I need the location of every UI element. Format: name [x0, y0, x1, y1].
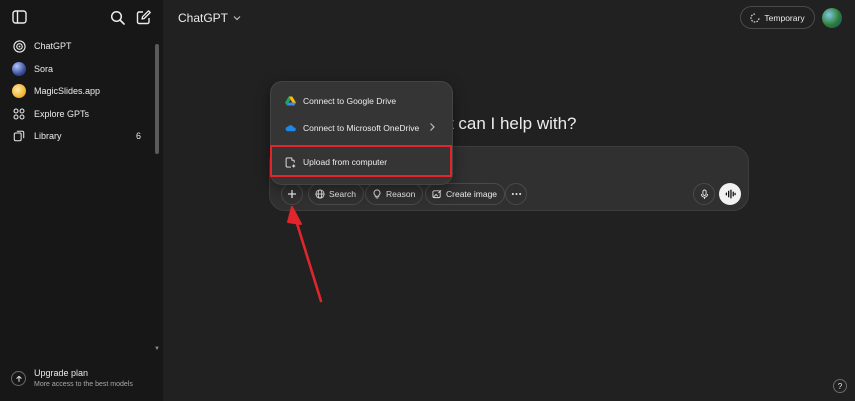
annotation-highlight-box [270, 145, 452, 177]
reason-label: Reason [386, 189, 416, 199]
chevron-right-icon [430, 123, 435, 131]
attach-button[interactable] [281, 183, 303, 205]
plus-icon [288, 190, 296, 198]
sidebar-item-chatgpt[interactable]: ChatGPT [6, 36, 151, 56]
sidebar-item-label: MagicSlides.app [34, 86, 101, 96]
sidebar-item-explore-gpts[interactable]: Explore GPTs [6, 104, 151, 124]
sidebar-item-sora[interactable]: Sora [6, 59, 151, 79]
menu-item-google-drive[interactable]: Connect to Google Drive [277, 90, 448, 112]
dictate-button[interactable] [693, 183, 715, 205]
create-image-tool-button[interactable]: Create image [425, 183, 506, 205]
voice-mode-button[interactable] [719, 183, 741, 205]
new-chat-icon[interactable] [136, 10, 151, 25]
chevron-down-icon [233, 16, 241, 21]
menu-item-label: Connect to Microsoft OneDrive [303, 123, 420, 133]
upgrade-subtitle: More access to the best models [34, 381, 133, 388]
help-button[interactable]: ? [833, 379, 847, 393]
onedrive-cloud-icon [285, 123, 296, 134]
temporary-chat-button[interactable]: Temporary [740, 6, 815, 29]
lightbulb-icon [371, 189, 382, 200]
grid-icon [12, 107, 26, 121]
sidebar-item-label: ChatGPT [34, 41, 72, 51]
sidebar-header [0, 0, 163, 34]
sora-icon [12, 62, 26, 76]
magicslides-icon [12, 84, 26, 98]
sidebar-item-label: Library [34, 131, 62, 141]
chatgpt-logo-icon [12, 39, 26, 53]
globe-icon [314, 189, 325, 200]
menu-item-onedrive[interactable]: Connect to Microsoft OneDrive [277, 117, 448, 139]
create-image-label: Create image [446, 189, 498, 199]
sidebar-scrollbar[interactable] [155, 44, 159, 154]
image-brush-icon [431, 189, 442, 200]
menu-item-label: Connect to Google Drive [303, 96, 397, 106]
google-drive-icon [285, 96, 296, 107]
model-selector[interactable]: ChatGPT [178, 11, 241, 25]
library-icon [12, 129, 26, 143]
upgrade-plan-button[interactable]: Upgrade plan More access to the best mod… [8, 364, 158, 394]
sidebar-item-magicslides[interactable]: MagicSlides.app [6, 81, 151, 101]
temporary-label: Temporary [764, 12, 805, 23]
model-name: ChatGPT [178, 11, 229, 25]
more-horizontal-icon [511, 192, 521, 196]
upgrade-icon [11, 371, 26, 386]
more-tools-button[interactable] [505, 183, 527, 205]
sidebar-toggle-icon[interactable] [12, 10, 27, 24]
avatar[interactable] [822, 8, 842, 28]
reason-tool-button[interactable]: Reason [365, 183, 424, 205]
microphone-icon [700, 189, 708, 199]
sidebar-item-library[interactable]: Library 6 [6, 126, 151, 146]
voice-waveform-icon [725, 189, 736, 199]
sidebar-item-label: Sora [34, 64, 54, 74]
temporary-chat-icon [750, 12, 760, 23]
search-label: Search [329, 189, 356, 199]
search-tool-button[interactable]: Search [308, 183, 364, 205]
library-count-badge: 6 [135, 131, 141, 141]
scroll-down-icon[interactable]: ▼ [154, 346, 160, 352]
sidebar-item-label: Explore GPTs [34, 109, 90, 119]
upgrade-title: Upgrade plan [34, 368, 89, 378]
search-icon[interactable] [110, 10, 125, 25]
sidebar: ChatGPT Sora MagicSlides.app Explore GPT… [0, 0, 163, 401]
